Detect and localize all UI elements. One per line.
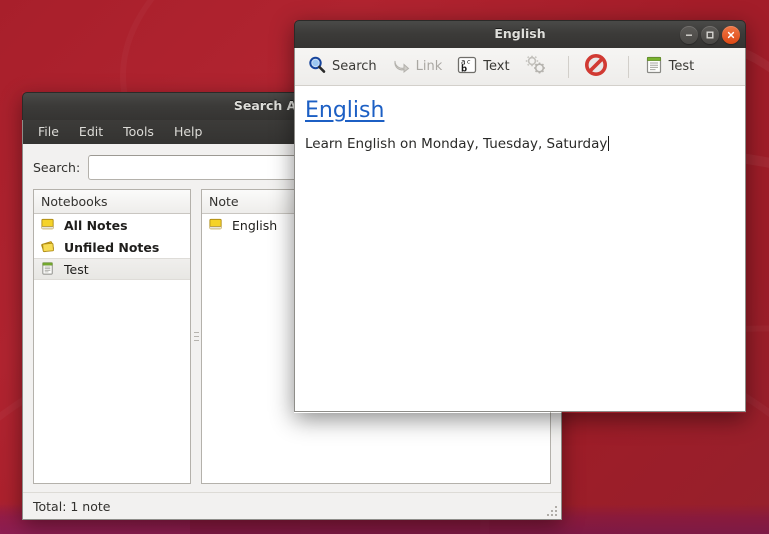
note-window-body: Search Link a c b Text Test English Lear… <box>294 48 746 412</box>
statusbar: Total: 1 note <box>23 492 561 519</box>
notebook-label: All Notes <box>64 217 128 233</box>
english-note-window[interactable]: English Search Link a c b Text Test Engl… <box>294 20 746 413</box>
close-button[interactable] <box>722 26 740 44</box>
notebook-label: Test <box>64 261 89 277</box>
search-label: Search: <box>33 160 81 175</box>
gears-icon <box>524 54 548 80</box>
notebook-button[interactable]: Test <box>638 52 701 82</box>
pane-splitter[interactable] <box>191 189 201 484</box>
link-arrow-icon <box>391 55 411 79</box>
notebook-item-unfiled-notes[interactable]: Unfiled Notes <box>34 236 190 258</box>
text-abc-icon: a c b <box>456 55 478 79</box>
search-button-label: Search <box>332 59 377 74</box>
search-button[interactable]: Search <box>301 52 383 82</box>
maximize-button[interactable] <box>701 26 719 44</box>
notebook-item-test[interactable]: Test <box>34 258 190 280</box>
statusbar-total-label: Total: 1 note <box>33 498 111 514</box>
toolbar-separator <box>627 55 629 78</box>
menu-item-edit[interactable]: Edit <box>70 123 112 142</box>
minimize-button[interactable] <box>680 26 698 44</box>
menu-item-tools[interactable]: Tools <box>114 123 163 142</box>
notes-stack-icon <box>40 239 58 255</box>
notebook-label: Unfiled Notes <box>64 239 160 255</box>
splitter-grip-icon <box>193 332 199 341</box>
note-label: English <box>232 217 278 233</box>
notebooks-pane: Notebooks All Notes Unfiled Notes Test <box>33 189 191 484</box>
notebooks-column-header[interactable]: Notebooks <box>34 190 190 214</box>
notebook-button-label: Test <box>668 59 695 74</box>
menu-item-help[interactable]: Help <box>165 123 212 142</box>
menu-item-file[interactable]: File <box>29 123 68 142</box>
notepad-icon <box>644 55 664 79</box>
toolbar-separator <box>567 55 569 78</box>
note-yellow-icon <box>40 217 58 233</box>
note-yellow-icon <box>208 217 226 233</box>
link-button[interactable]: Link <box>385 52 449 82</box>
note-body-text: Learn English on Monday, Tuesday, Saturd… <box>305 136 608 153</box>
no-entry-icon <box>584 53 608 81</box>
link-button-label: Link <box>415 59 443 74</box>
notebook-item-all-notes[interactable]: All Notes <box>34 214 190 236</box>
resize-grip-icon[interactable] <box>543 502 557 516</box>
note-content-area[interactable]: English Learn English on Monday, Tuesday… <box>295 86 745 154</box>
notebooks-list[interactable]: All Notes Unfiled Notes Test <box>34 214 190 483</box>
note-title-heading: English <box>305 98 385 123</box>
tools-button[interactable] <box>518 51 559 83</box>
note-window-title: English <box>494 26 546 41</box>
text-button-label: Text <box>483 59 510 74</box>
text-caret <box>608 136 610 152</box>
text-button[interactable]: a c b Text <box>450 52 515 82</box>
window-controls <box>680 26 740 44</box>
notepad-icon <box>40 261 58 277</box>
magnifier-icon <box>307 55 327 79</box>
note-toolbar: Search Link a c b Text Test <box>295 48 745 86</box>
svg-text:b: b <box>461 64 467 74</box>
note-window-titlebar[interactable]: English <box>294 20 746 48</box>
delete-note-button[interactable] <box>578 50 619 84</box>
